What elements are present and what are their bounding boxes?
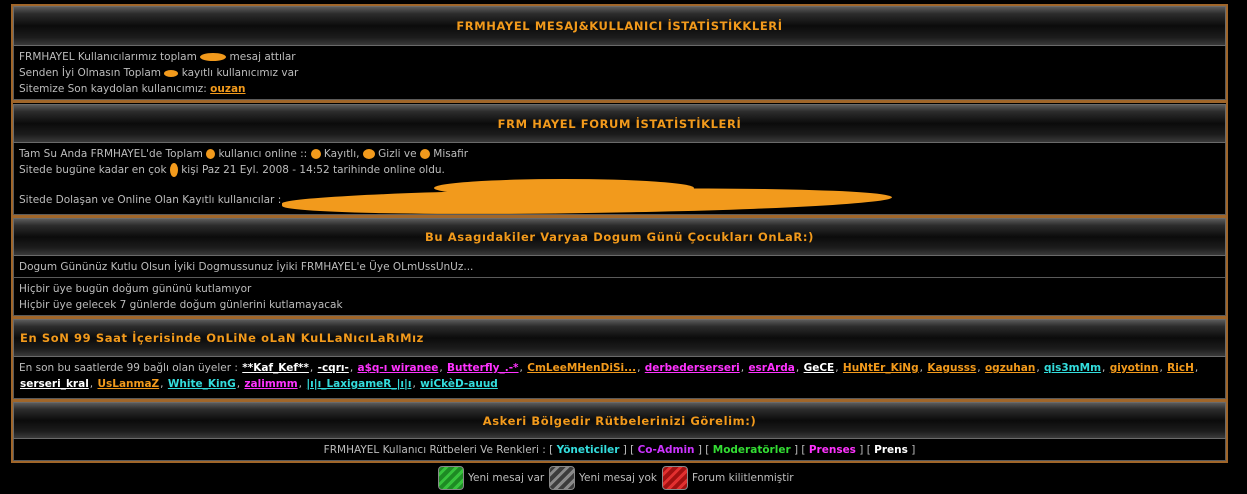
rank-label: Prens bbox=[874, 444, 908, 456]
user-link[interactable]: qis3mMm bbox=[1044, 362, 1101, 374]
user-link[interactable]: HuNtEr_KiNg bbox=[843, 362, 919, 374]
section-title: Bu Asagıdakiler Varyaa Dogum Günü Çocukl… bbox=[425, 230, 814, 244]
total-users-line: Senden İyi Olmasın Toplam kayıtlı kullan… bbox=[19, 67, 299, 79]
no-new-posts-icon bbox=[549, 466, 575, 490]
birthday-message-row: Dogum Gününüz Kutlu Olsun İyiki Dogmussu… bbox=[13, 256, 1226, 278]
section-body: Tam Su Anda FRMHAYEL'de Toplam kullanıcı… bbox=[13, 143, 1226, 219]
recent-users-section: En SoN 99 Saat İçerisinde OnLiNe oLaN Ku… bbox=[13, 319, 1226, 402]
redaction-mark bbox=[164, 69, 179, 77]
section-title: FRM HAYEL FORUM İSTATİSTİKLERİ bbox=[497, 116, 742, 131]
user-link[interactable]: CmLeeMHenDiSi... bbox=[527, 362, 636, 374]
redaction-mark bbox=[206, 149, 216, 159]
ranks-row: FRMHAYEL Kullanıcı Rütbeleri Ve Renkleri… bbox=[13, 439, 1226, 461]
birthday-upcoming: Hiçbir üye gelecek 7 günlerde doğum günl… bbox=[19, 299, 343, 311]
legend-new-posts: Yeni mesaj var bbox=[438, 465, 544, 491]
redaction-mark bbox=[419, 149, 430, 159]
user-link[interactable]: GeCE bbox=[804, 362, 835, 374]
user-link[interactable]: -cqrı- bbox=[318, 362, 349, 374]
section-title: FRMHAYEL MESAJ&KULLANICI İSTATİSTİKKLERİ bbox=[456, 19, 783, 33]
redaction-mark bbox=[200, 53, 227, 61]
rank-label: Moderatörler bbox=[712, 444, 791, 456]
online-now-line: Tam Su Anda FRMHAYEL'de Toplam kullanıcı… bbox=[19, 148, 469, 160]
user-link[interactable]: **Kaf_Kef** bbox=[242, 362, 309, 374]
user-link[interactable]: wiCkèD-auud bbox=[420, 378, 498, 390]
section-header: FRMHAYEL MESAJ&KULLANICI İSTATİSTİKKLERİ bbox=[13, 6, 1226, 46]
birthday-list-row: Hiçbir üye bugün doğum gününü kutlamıyor… bbox=[13, 278, 1226, 316]
legend-locked: Forum kilitlenmiştir bbox=[662, 465, 794, 491]
user-link[interactable]: White_KinG bbox=[168, 378, 236, 390]
birthday-message: Dogum Gününüz Kutlu Olsun İyiki Dogmussu… bbox=[19, 261, 474, 273]
user-link[interactable]: |ı|ı_LaxigameR_|ı|ı bbox=[306, 378, 411, 390]
user-link[interactable]: RicH bbox=[1167, 362, 1194, 374]
redaction-mark bbox=[169, 163, 178, 177]
redaction-mark bbox=[434, 179, 694, 197]
section-body: FRMHAYEL Kullanıcılarımız toplam mesaj a… bbox=[13, 46, 1226, 100]
rank-label: Yöneticiler bbox=[556, 444, 620, 456]
user-link[interactable]: a$q-ı wiranee bbox=[358, 362, 439, 374]
user-link[interactable]: Butterfly_.-* bbox=[447, 362, 519, 374]
user-link[interactable]: derbederserseri bbox=[645, 362, 740, 374]
section-header: FRM HAYEL FORUM İSTATİSTİKLERİ bbox=[13, 104, 1226, 143]
rank-label: Co-Admin bbox=[637, 444, 695, 456]
section-header: Bu Asagıdakiler Varyaa Dogum Günü Çocukl… bbox=[13, 218, 1226, 256]
redaction-mark bbox=[310, 149, 321, 159]
newest-user-link[interactable]: ouzan bbox=[210, 83, 245, 95]
new-posts-icon bbox=[438, 466, 464, 490]
divider bbox=[13, 100, 1226, 103]
forum-stats-section: FRM HAYEL FORUM İSTATİSTİKLERİ Tam Su An… bbox=[13, 104, 1226, 219]
section-header: Askeri Bölgedir Rütbelerinizi Görelim:) bbox=[13, 402, 1226, 439]
record-online-line: Sitede bugüne kadar en çok kişi Paz 21 E… bbox=[19, 163, 445, 177]
section-title: Askeri Bölgedir Rütbelerinizi Görelim:) bbox=[482, 413, 757, 428]
user-link[interactable]: serseri_kral bbox=[20, 378, 89, 390]
locked-forum-icon bbox=[662, 466, 688, 490]
section-header: En SoN 99 Saat İçerisinde OnLiNe oLaN Ku… bbox=[13, 319, 1226, 357]
legend-no-new-posts: Yeni mesaj yok bbox=[549, 465, 657, 491]
newest-user-line: Sitemize Son kaydolan kullanıcımız: ouza… bbox=[19, 83, 246, 95]
stats-panel: FRMHAYEL MESAJ&KULLANICI İSTATİSTİKKLERİ… bbox=[11, 4, 1228, 463]
recent-users-intro: En son bu saatlerde 99 bağlı olan üyeler… bbox=[19, 362, 238, 374]
recent-users-list: En son bu saatlerde 99 bağlı olan üyeler… bbox=[13, 357, 1226, 399]
ranks-intro: FRMHAYEL Kullanıcı Rütbeleri Ve Renkleri… bbox=[323, 444, 546, 456]
rank-label: Prenses bbox=[808, 444, 856, 456]
section-title: En SoN 99 Saat İçerisinde OnLiNe oLaN Ku… bbox=[20, 331, 424, 345]
ranks-section: Askeri Bölgedir Rütbelerinizi Görelim:) … bbox=[13, 402, 1226, 461]
user-link[interactable]: ogzuhan bbox=[985, 362, 1035, 374]
user-link[interactable]: UsLanmaZ bbox=[97, 378, 159, 390]
redaction-mark bbox=[362, 149, 375, 159]
total-messages-line: FRMHAYEL Kullanıcılarımız toplam mesaj a… bbox=[19, 51, 296, 63]
user-link[interactable]: giyotinn bbox=[1110, 362, 1159, 374]
birthday-today: Hiçbir üye bugün doğum gününü kutlamıyor bbox=[19, 283, 252, 295]
rank-list: [ Yöneticiler ] [ Co-Admin ] [ Moderatör… bbox=[549, 444, 916, 456]
birthday-section: Bu Asagıdakiler Varyaa Dogum Günü Çocukl… bbox=[13, 218, 1226, 319]
user-link[interactable]: Kagusss bbox=[927, 362, 976, 374]
user-link[interactable]: zalimmm bbox=[244, 378, 297, 390]
user-link[interactable]: esrArda bbox=[748, 362, 794, 374]
message-user-stats-section: FRMHAYEL MESAJ&KULLANICI İSTATİSTİKKLERİ… bbox=[13, 6, 1226, 103]
